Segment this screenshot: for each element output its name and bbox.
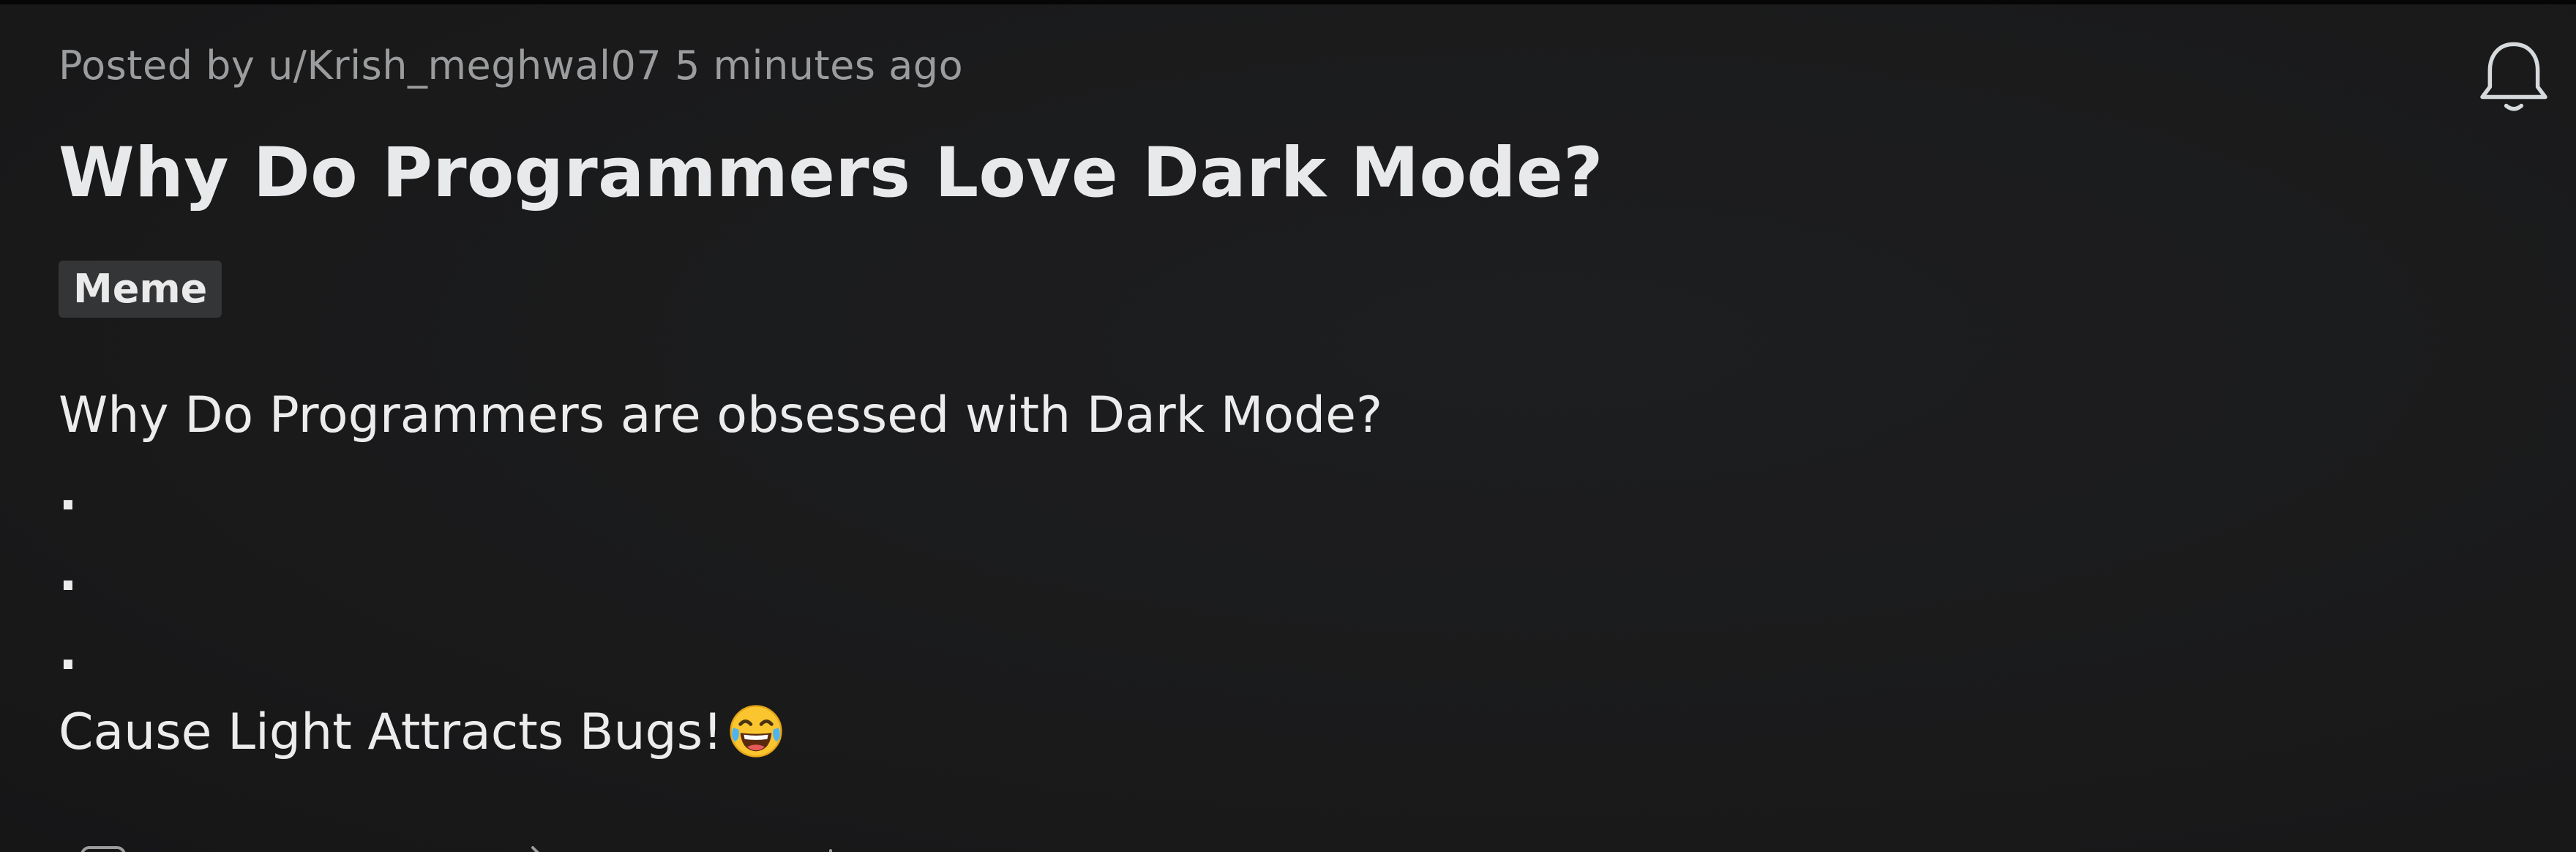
- save-icon[interactable]: [816, 846, 845, 852]
- body-line: .: [59, 545, 78, 602]
- laughing-tears-emoji-icon: [730, 705, 783, 758]
- body-line: .: [59, 464, 78, 522]
- post-title[interactable]: Why Do Programmers Love Dark Mode?: [59, 133, 1603, 213]
- post-actions: [59, 839, 1083, 852]
- body-line: .: [59, 624, 78, 681]
- bell-icon[interactable]: [2474, 37, 2554, 117]
- meta-prefix: Posted by: [59, 42, 255, 89]
- body-line: Why Do Programmers are obsessed with Dar…: [59, 386, 1383, 444]
- body-line-punchline: Cause Light Attracts Bugs!: [59, 703, 784, 761]
- post-meta: Posted by u/Krish_meghwal07 5 minutes ag…: [59, 42, 963, 89]
- post-flair[interactable]: Meme: [59, 261, 222, 318]
- post-time: 5 minutes ago: [674, 42, 964, 89]
- comment-icon[interactable]: [79, 846, 130, 852]
- punchline-text: Cause Light Attracts Bugs!: [59, 703, 723, 761]
- post-container: Posted by u/Krish_meghwal07 5 minutes ag…: [0, 0, 2576, 852]
- share-icon[interactable]: [527, 846, 556, 852]
- author-link[interactable]: u/Krish_meghwal07: [268, 42, 662, 89]
